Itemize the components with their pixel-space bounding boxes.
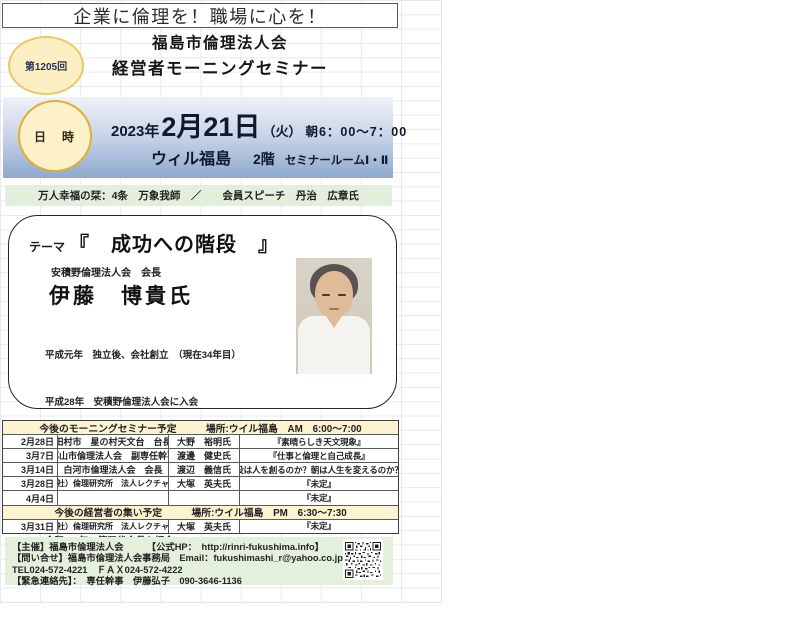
- theme-title: 『 成功への階段 』: [69, 228, 279, 257]
- reading-speech-banner: 万人幸福の栞：4条 万象我師 ／ 会員スピーチ 丹治 広章氏: [5, 185, 392, 206]
- schedule-header-evening-text: 今後の経営者の集い予定 場所:ウイル福島 PM 6:30～7:30: [54, 505, 346, 519]
- flyer-page: 企業に倫理を！職場に心を！ 第1205回 福島市倫理法人会 経営者モーニングセミ…: [0, 0, 800, 629]
- footer-line-host: 【主催】福島市倫理法人会 【公式HP： http://rinri-fukushi…: [12, 542, 393, 553]
- cell-topic: 『素晴らしき天文現象』: [240, 435, 398, 448]
- event-title: 経営者モーニングセミナー: [40, 55, 400, 79]
- cell-speaker: [169, 491, 240, 504]
- table-row: 3月31日 （一社）倫理研究所 法人レクチャラー 大塚 英夫氏 『未定』: [3, 520, 398, 533]
- table-row: 4月4日 『未定』: [3, 491, 398, 505]
- cell-speaker: 渡邊 健史氏: [169, 449, 240, 462]
- cell-date: 3月31日: [3, 520, 58, 533]
- speaker-bio-line: 平成元年 独立後、会社創立 （現在34年目）: [45, 348, 241, 364]
- qr-code: [343, 539, 383, 580]
- cell-topic: 『未定』: [240, 491, 398, 504]
- cell-topic: 『未定』: [240, 477, 398, 490]
- venue-room: セミナールームⅠ・Ⅱ: [285, 152, 389, 168]
- theme-line: テーマ 『 成功への階段 』: [29, 228, 279, 257]
- photo-eye: [322, 294, 330, 296]
- seminar-date-line: 2023年 2月21日 （火） 朝6：00～7：00: [111, 105, 407, 144]
- schedule-header-evening: 今後の経営者の集い予定 場所:ウイル福島 PM 6:30～7:30: [3, 506, 398, 520]
- photo-face: [315, 271, 353, 318]
- cell-affiliation: （一社）倫理研究所 法人レクチャラー: [58, 477, 169, 490]
- cell-date: 3月14日: [3, 463, 58, 476]
- cell-date: 4月4日: [3, 491, 58, 504]
- cell-speaker: 大塚 英夫氏: [169, 477, 240, 490]
- slogan-box: 企業に倫理を！職場に心を！: [2, 3, 398, 28]
- date-day: 2月21日: [161, 105, 260, 144]
- cell-date: 2月28日: [3, 435, 58, 448]
- datetime-label-badge: 日 時: [18, 100, 92, 172]
- footer-line-emergency: 【緊急連絡先】： 専任幹事 伊藤弘子 090-3646-1136: [12, 576, 393, 587]
- cell-speaker: 渡辺 義信氏: [169, 463, 240, 476]
- schedule-table: 今後のモーニングセミナー予定 場所:ウイル福島 AM 6:00～7:00 2月2…: [2, 420, 399, 534]
- cell-topic: 『役は人を創るのか？朝は人生を変えるのか？』: [240, 463, 398, 476]
- datetime-band: 日 時 2023年 2月21日 （火） 朝6：00～7：00 ウィル福島 2階 …: [3, 97, 393, 178]
- photo-eye: [338, 294, 346, 296]
- date-year: 2023年: [111, 120, 159, 141]
- table-row: 3月7日 郡山市倫理法人会 副専任幹事 渡邊 健史氏 『仕事と倫理と自己成長』: [3, 449, 398, 463]
- organization-name: 福島市倫理法人会: [40, 31, 400, 53]
- cell-topic: 『仕事と倫理と自己成長』: [240, 449, 398, 462]
- venue-name: ウィル福島: [151, 145, 231, 169]
- slogan-text: 企業に倫理を！職場に心を！: [73, 3, 327, 29]
- speaker-name: 伊藤 博貴氏: [49, 280, 193, 310]
- venue-line: ウィル福島 2階 セミナールームⅠ・Ⅱ: [151, 145, 388, 169]
- table-row: 2月28日 田村市 星の村天文台 台長 大野 裕明氏 『素晴らしき天文現象』: [3, 435, 398, 449]
- table-row: 3月28日 （一社）倫理研究所 法人レクチャラー 大塚 英夫氏 『未定』: [3, 477, 398, 491]
- cell-date: 3月28日: [3, 477, 58, 490]
- venue-floor: 2階: [253, 149, 275, 169]
- date-weekday: （火）: [262, 121, 301, 140]
- footer-line-tel-fax: TEL024-572-4221 ＦＡＸ024-572-4222: [12, 565, 393, 576]
- cell-speaker: 大塚 英夫氏: [169, 520, 240, 533]
- date-time: 朝6：00～7：00: [305, 121, 407, 140]
- schedule-header-morning: 今後のモーニングセミナー予定 場所:ウイル福島 AM 6:00～7:00: [3, 421, 398, 435]
- speaker-affiliation: 安積野倫理法人会 会長: [51, 264, 161, 279]
- cell-affiliation: 白河市倫理法人会 会長: [58, 463, 169, 476]
- table-row: 3月14日 白河市倫理法人会 会長 渡辺 義信氏 『役は人を創るのか？朝は人生を…: [3, 463, 398, 477]
- cell-topic: 『未定』: [240, 520, 398, 533]
- datetime-label: 日 時: [34, 128, 76, 145]
- speaker-bio-line: 平成28年 安積野倫理法人会に入会: [45, 395, 241, 411]
- photo-mouth: [329, 308, 339, 310]
- cell-speaker: 大野 裕明氏: [169, 435, 240, 448]
- cell-affiliation: （一社）倫理研究所 法人レクチャラー: [58, 520, 169, 533]
- schedule-header-morning-text: 今後のモーニングセミナー予定 場所:ウイル福島 AM 6:00～7:00: [39, 421, 361, 435]
- speaker-photo: [296, 258, 372, 374]
- cell-affiliation: 田村市 星の村天文台 台長: [58, 435, 169, 448]
- footer-contact-box: 【主催】福島市倫理法人会 【公式HP： http://rinri-fukushi…: [5, 537, 393, 585]
- footer-line-contact: 【問い合せ】福島市倫理法人会事務局 Email：fukushimashi_r@y…: [12, 553, 393, 564]
- cell-affiliation: [58, 491, 169, 504]
- theme-box: テーマ 『 成功への階段 』 安積野倫理法人会 会長 伊藤 博貴氏 平成元年 独…: [8, 215, 397, 409]
- theme-label: テーマ: [29, 238, 65, 255]
- cell-date: 3月7日: [3, 449, 58, 462]
- reading-speech-text: 万人幸福の栞：4条 万象我師 ／ 会員スピーチ 丹治 広章氏: [38, 188, 359, 203]
- cell-affiliation: 郡山市倫理法人会 副専任幹事: [58, 449, 169, 462]
